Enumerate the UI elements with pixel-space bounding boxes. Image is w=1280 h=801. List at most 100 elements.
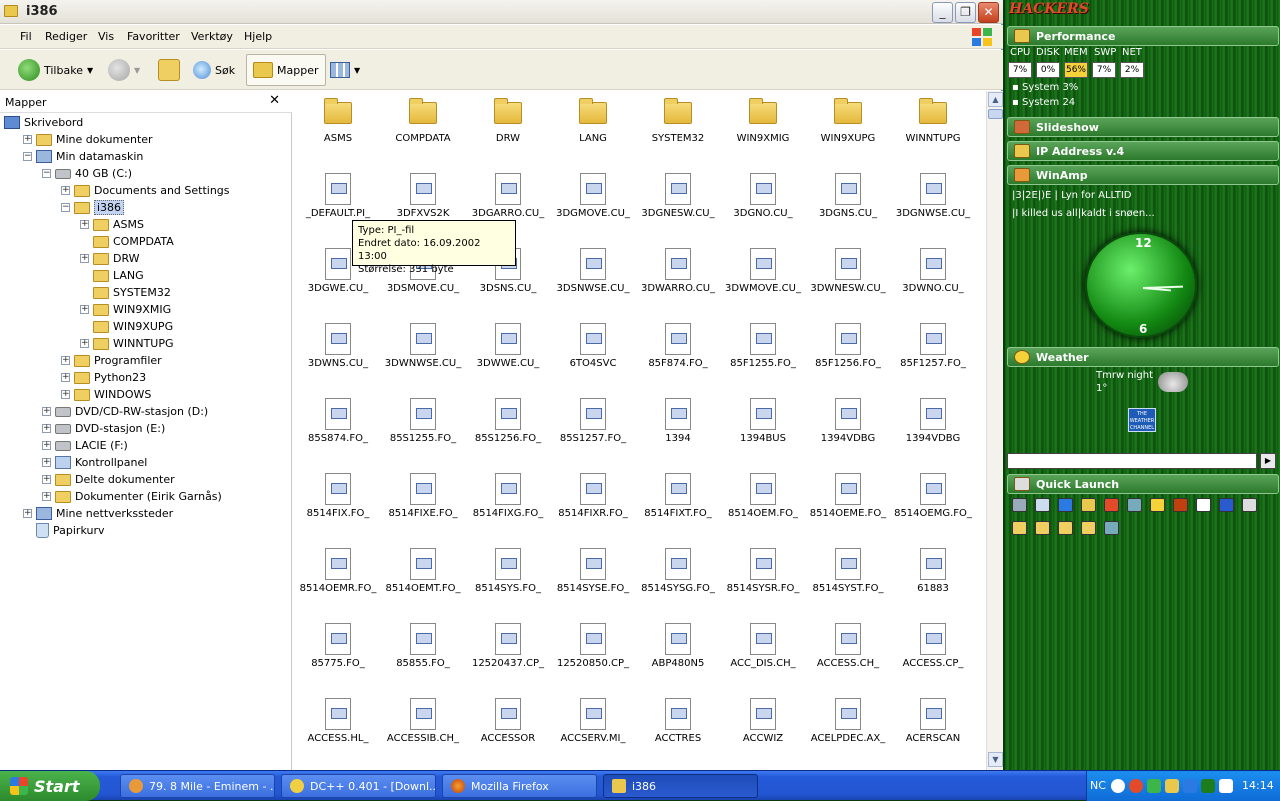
expand-toggle[interactable]: + xyxy=(61,186,70,195)
file-item[interactable]: 3DGNESW.CU_ xyxy=(636,170,720,240)
file-item[interactable]: 8514OEMR.FO_ xyxy=(296,545,380,615)
scroll-down-button[interactable]: ▼ xyxy=(988,752,1003,767)
folder-item[interactable]: WIN9XUPG xyxy=(806,95,890,165)
quick-launch-app-icon[interactable] xyxy=(1035,498,1050,512)
taskbar-item-firefox[interactable]: Mozilla Firefox xyxy=(442,774,597,798)
quick-launch-app-icon[interactable] xyxy=(1173,498,1188,512)
weather-channel-logo[interactable]: THE WEATHER CHANNEL xyxy=(1128,408,1156,432)
tray-network-icon[interactable] xyxy=(1183,779,1197,793)
file-item[interactable]: ACELPDEC.AX_ xyxy=(806,695,890,765)
tree-item[interactable]: − i386 xyxy=(61,199,125,216)
tree-item[interactable]: − Min datamaskin xyxy=(23,148,143,165)
file-item[interactable]: 85S1255.FO_ xyxy=(381,395,465,465)
search-button[interactable]: Søk xyxy=(193,54,235,86)
expand-toggle[interactable]: − xyxy=(42,169,51,178)
file-item[interactable]: 1394BUS xyxy=(721,395,805,465)
folder-item[interactable]: DRW xyxy=(466,95,550,165)
taskbar-item-i386[interactable]: i386 xyxy=(603,774,758,798)
menu-rediger[interactable]: Rediger xyxy=(45,30,87,43)
quick-launch-app-icon[interactable] xyxy=(1196,498,1211,512)
tree-item[interactable]: + Programfiler xyxy=(61,352,162,369)
expand-toggle[interactable]: + xyxy=(42,424,51,433)
folders-button[interactable]: Mapper xyxy=(246,54,326,86)
file-item[interactable]: 3DWNO.CU_ xyxy=(891,245,975,315)
file-item[interactable]: 3DSNWSE.CU_ xyxy=(551,245,635,315)
file-item[interactable]: 85775.FO_ xyxy=(296,620,380,690)
file-item[interactable]: ABP480N5 xyxy=(636,620,720,690)
file-item[interactable]: 85F1255.FO_ xyxy=(721,320,805,390)
file-item[interactable]: 8514OEM.FO_ xyxy=(721,470,805,540)
up-folder-button[interactable] xyxy=(158,54,180,86)
quick-launch-header[interactable]: Quick Launch xyxy=(1007,474,1279,494)
file-item[interactable]: 8514SYS.FO_ xyxy=(466,545,550,615)
file-item[interactable]: 3DGNO.CU_ xyxy=(721,170,805,240)
folder-item[interactable]: LANG xyxy=(551,95,635,165)
quick-launch-app-icon[interactable] xyxy=(1081,498,1096,512)
sidebar-search-input[interactable] xyxy=(1007,453,1257,469)
tree-item[interactable]: + DVD/CD-RW-stasjon (D:) xyxy=(42,403,208,420)
maximize-button[interactable]: ❐ xyxy=(955,2,976,23)
file-item[interactable]: 8514SYST.FO_ xyxy=(806,545,890,615)
expand-toggle[interactable]: + xyxy=(23,135,32,144)
chevron-down-icon[interactable]: ▼ xyxy=(134,66,140,75)
file-item[interactable]: 8514SYSR.FO_ xyxy=(721,545,805,615)
expand-toggle[interactable]: + xyxy=(80,220,89,229)
expand-toggle[interactable]: + xyxy=(61,373,70,382)
file-item[interactable]: ACCTRES xyxy=(636,695,720,765)
folder-item[interactable]: ASMS xyxy=(296,95,380,165)
tree-item[interactable]: + WIN9XMIG xyxy=(80,301,171,318)
tray-collapse-icon[interactable] xyxy=(1111,779,1125,793)
menu-hjelp[interactable]: Hjelp xyxy=(244,30,272,43)
file-item[interactable]: 8514OEME.FO_ xyxy=(806,470,890,540)
tree-item[interactable]: + Dokumenter (Eirik Garnås) xyxy=(42,488,222,505)
file-item[interactable]: 3DGNWSE.CU_ xyxy=(891,170,975,240)
quick-launch-app-icon[interactable] xyxy=(1150,498,1165,512)
close-button[interactable]: ✕ xyxy=(978,2,999,23)
forward-button[interactable]: ▼ xyxy=(108,54,140,86)
tree-item[interactable]: WIN9XUPG xyxy=(80,318,173,335)
file-item[interactable]: ACC_DIS.CH_ xyxy=(721,620,805,690)
tray-user-icon[interactable] xyxy=(1165,779,1179,793)
file-item[interactable]: 8514FIXR.FO_ xyxy=(551,470,635,540)
close-pane-button[interactable]: ✕ xyxy=(269,93,280,108)
file-item[interactable]: 3DWWE.CU_ xyxy=(466,320,550,390)
file-item[interactable]: 8514FIXE.FO_ xyxy=(381,470,465,540)
expand-toggle[interactable]: + xyxy=(42,475,51,484)
sidebar-search-go-button[interactable]: ▶ xyxy=(1260,453,1276,469)
tree-item[interactable]: + Mine dokumenter xyxy=(23,131,153,148)
tree-item[interactable]: + DRW xyxy=(80,250,140,267)
file-item[interactable]: 8514FIXT.FO_ xyxy=(636,470,720,540)
performance-header[interactable]: Performance xyxy=(1007,26,1279,46)
tree-item[interactable]: + WINNTUPG xyxy=(80,335,174,352)
file-item[interactable]: 8514OEMG.FO_ xyxy=(891,470,975,540)
file-item[interactable]: 85F1257.FO_ xyxy=(891,320,975,390)
quick-launch-app-icon[interactable] xyxy=(1242,498,1257,512)
expand-toggle[interactable]: + xyxy=(80,339,89,348)
file-item[interactable]: ACCESS.CP_ xyxy=(891,620,975,690)
file-item[interactable]: 8514SYSG.FO_ xyxy=(636,545,720,615)
file-item[interactable]: 12520437.CP_ xyxy=(466,620,550,690)
tree-item[interactable]: + ASMS xyxy=(80,216,144,233)
chevron-down-icon[interactable]: ▼ xyxy=(87,66,93,75)
file-item[interactable]: 85F874.FO_ xyxy=(636,320,720,390)
tree-item[interactable]: SYSTEM32 xyxy=(80,284,171,301)
file-item[interactable]: 3DWNESW.CU_ xyxy=(806,245,890,315)
file-item[interactable]: ACCSERV.MI_ xyxy=(551,695,635,765)
file-item[interactable]: 3DWARRO.CU_ xyxy=(636,245,720,315)
tree-item[interactable]: + DVD-stasjon (E:) xyxy=(42,420,165,437)
tray-app-icon[interactable] xyxy=(1201,779,1215,793)
expand-toggle[interactable]: + xyxy=(42,492,51,501)
tree-item[interactable]: + Documents and Settings xyxy=(61,182,230,199)
expand-toggle[interactable]: + xyxy=(42,441,51,450)
expand-toggle[interactable]: − xyxy=(23,152,32,161)
expand-toggle[interactable]: + xyxy=(42,407,51,416)
quick-launch-folder-icon[interactable] xyxy=(1035,521,1050,535)
minimize-button[interactable]: _ xyxy=(932,2,953,23)
file-item[interactable]: 1394VDBG xyxy=(891,395,975,465)
quick-launch-app-icon[interactable] xyxy=(1012,498,1027,512)
file-item[interactable]: ACCESSOR xyxy=(466,695,550,765)
file-item[interactable]: ACCWIZ xyxy=(721,695,805,765)
expand-toggle[interactable]: + xyxy=(61,356,70,365)
file-item[interactable]: 3DWMOVE.CU_ xyxy=(721,245,805,315)
expand-toggle[interactable]: + xyxy=(61,390,70,399)
